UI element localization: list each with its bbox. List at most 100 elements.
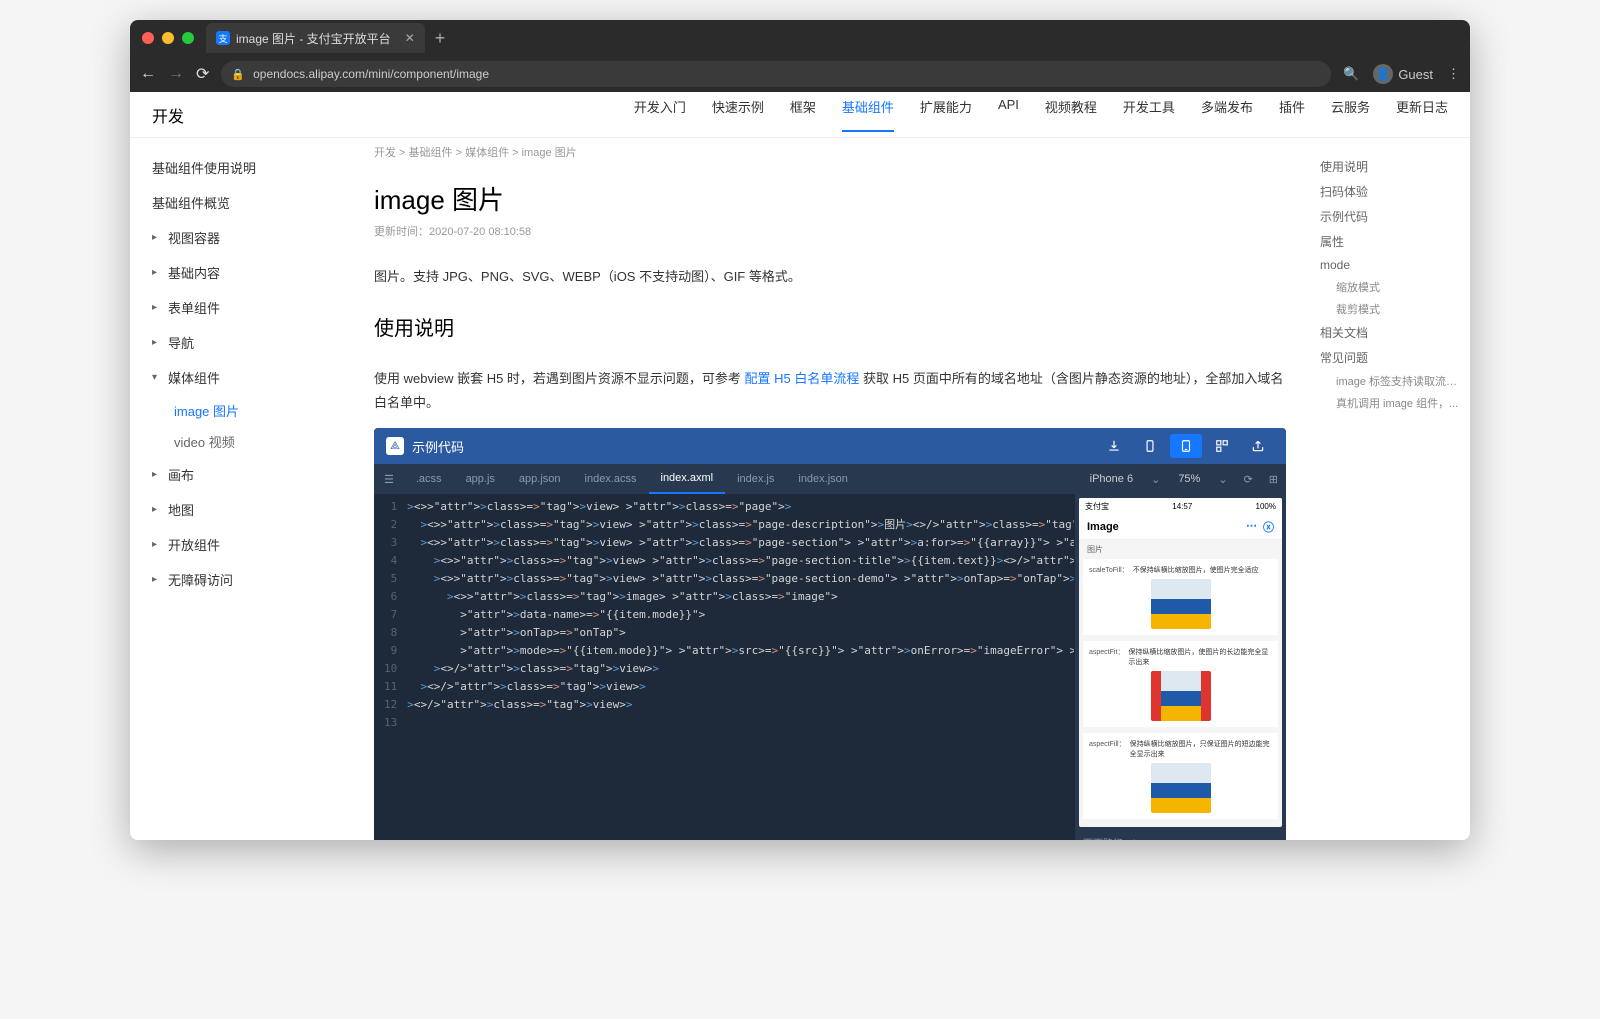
topnav-item[interactable]: 多端发布 [1201,97,1253,132]
sidebar-group[interactable]: ▸地图 [130,492,350,527]
avatar-icon: 👤 [1373,64,1393,84]
editor-tab[interactable]: app.js [454,464,507,494]
search-icon[interactable]: 🔍 [1343,66,1359,82]
carrier: 支付宝 [1085,501,1109,512]
topnav-item[interactable]: 快速示例 [712,97,764,132]
whitelist-link[interactable]: 配置 H5 白名单流程 [745,371,860,386]
chevron-icon: ▸ [152,504,162,515]
toc-item[interactable]: 属性 [1320,229,1460,254]
sidebar-group[interactable]: ▸无障碍访问 [130,562,350,597]
toc-item[interactable]: 扫码体验 [1320,179,1460,204]
chevron-down-icon[interactable]: ⌄ [1143,473,1168,486]
code-block: ⟁ 示例代码 ☰ .acssapp.jsapp.json [374,428,1286,840]
qrcode-button[interactable] [1206,434,1238,458]
editor-tab[interactable]: index.json [786,464,860,494]
menu-icon[interactable]: ⋮ [1447,66,1460,82]
more-icon[interactable]: ⋯ [1246,519,1257,535]
maximize-window[interactable] [182,32,194,44]
topnav-item[interactable]: 框架 [790,97,816,132]
topnav-item[interactable]: 插件 [1279,97,1305,132]
menu-icon[interactable]: ☰ [374,473,404,486]
profile-button[interactable]: 👤 Guest [1373,64,1433,84]
browser-tab[interactable]: image 图片 - 支付宝开放平台 ✕ [206,23,425,53]
toc-item[interactable]: mode [1320,254,1460,276]
toc-subitem[interactable]: 真机调用 image 组件，... [1320,392,1460,414]
chevron-icon: ▸ [152,337,162,348]
minimize-window[interactable] [162,32,174,44]
preview-toggle-button[interactable] [1170,434,1202,458]
toc-item[interactable]: 常见问题 [1320,345,1460,370]
toc-item[interactable]: 相关文档 [1320,320,1460,345]
sidebar-group[interactable]: ▸表单组件 [130,290,350,325]
update-time: 更新时间：2020-07-20 08:10:58 [374,223,1286,239]
chevron-icon: ▸ [152,469,162,480]
topnav-item[interactable]: API [998,97,1019,132]
chevron-icon: ▸ [152,539,162,550]
editor-tab[interactable]: app.json [507,464,573,494]
battery: 100% [1256,502,1276,511]
editor-tab[interactable]: index.js [725,464,786,494]
topnav-item[interactable]: 云服务 [1331,97,1370,132]
top-nav: 开发 开发入门快速示例框架基础组件扩展能力 API 视频教程开发工具多端发布插件云服… [130,92,1470,138]
address-bar[interactable]: 🔒 opendocs.alipay.com/mini/component/ima… [221,61,1331,87]
preview-image [1151,763,1211,813]
line-numbers: 12345678910111213 [374,498,407,840]
topnav-item[interactable]: 开发入门 [634,97,686,132]
brand[interactable]: 开发 [152,103,184,127]
sidebar-group[interactable]: ▸导航 [130,325,350,360]
sidebar-section[interactable]: 基础组件使用说明 [130,150,350,185]
usage-text: 使用 webview 嵌套 H5 时，若遇到图片资源不显示问题，可参考 配置 H… [374,367,1286,414]
download-button[interactable] [1098,434,1130,458]
sidebar-group[interactable]: ▸开放组件 [130,527,350,562]
reload-button[interactable]: ⟳ [196,64,209,84]
chevron-icon: ▾ [152,372,162,383]
topnav-item[interactable]: 基础组件 [842,97,894,132]
topnav-item[interactable]: 更新日志 [1396,97,1448,132]
new-tab-button[interactable]: + [435,28,446,49]
editor-tab[interactable]: .acss [404,464,454,494]
lock-icon: 🔒 [231,68,245,81]
toc-subitem[interactable]: 裁剪模式 [1320,298,1460,320]
sidebar-section[interactable]: 基础组件概览 [130,185,350,220]
back-button[interactable]: ← [140,65,156,83]
code-header-title: 示例代码 [412,437,464,456]
preview-panel: 支付宝 14:57 100% Image ⋯ ⓧ [1074,494,1286,840]
toc-subitem[interactable]: image 标签支持读取流文... [1320,370,1460,392]
chevron-down-icon[interactable]: ⌄ [1210,473,1235,486]
chevron-icon: ▸ [152,302,162,313]
toc-item[interactable]: 示例代码 [1320,204,1460,229]
description: 图片。支持 JPG、PNG、SVG、WEBP（iOS 不支持动图）、GIF 等格… [374,265,1286,288]
sidebar-group[interactable]: ▸基础内容 [130,255,350,290]
sidebar: 基础组件使用说明基础组件概览▸视图容器▸基础内容▸表单组件▸导航▾媒体组件ima… [130,138,350,840]
close-preview-icon[interactable]: ⓧ [1263,519,1274,535]
sidebar-group[interactable]: ▸视图容器 [130,220,350,255]
tab-title: image 图片 - 支付宝开放平台 [236,30,391,47]
sidebar-group[interactable]: ▾媒体组件 [130,360,350,395]
editor-tab[interactable]: index.axml [649,464,726,494]
chevron-icon: ▸ [152,574,162,585]
preview-footer: 页面路径：image [1075,831,1286,840]
grid-icon[interactable]: ⊞ [1261,473,1286,486]
share-button[interactable] [1242,434,1274,458]
forward-button[interactable]: → [168,65,184,83]
topnav-item[interactable]: 扩展能力 [920,97,972,132]
toc-subitem[interactable]: 缩放模式 [1320,276,1460,298]
toc-item[interactable]: 使用说明 [1320,154,1460,179]
editor-tab[interactable]: index.acss [573,464,649,494]
refresh-icon[interactable]: ⟳ [1236,473,1261,486]
sidebar-item[interactable]: image 图片 [130,395,350,426]
phone-toggle-button[interactable] [1134,434,1166,458]
page-title: image 图片 [374,180,1286,217]
close-window[interactable] [142,32,154,44]
preview-image [1151,671,1211,721]
device-selector[interactable]: iPhone 6 [1080,473,1143,485]
chevron-icon: ▸ [152,232,162,243]
topnav-item[interactable]: 开发工具 [1123,97,1175,132]
section-usage: 使用说明 [374,312,1286,341]
sidebar-group[interactable]: ▸画布 [130,457,350,492]
topnav-item[interactable]: 视频教程 [1045,97,1097,132]
clock: 14:57 [1172,502,1192,511]
zoom-selector[interactable]: 75% [1168,473,1210,485]
sidebar-item[interactable]: video 视频 [130,426,350,457]
close-tab-icon[interactable]: ✕ [405,31,415,45]
